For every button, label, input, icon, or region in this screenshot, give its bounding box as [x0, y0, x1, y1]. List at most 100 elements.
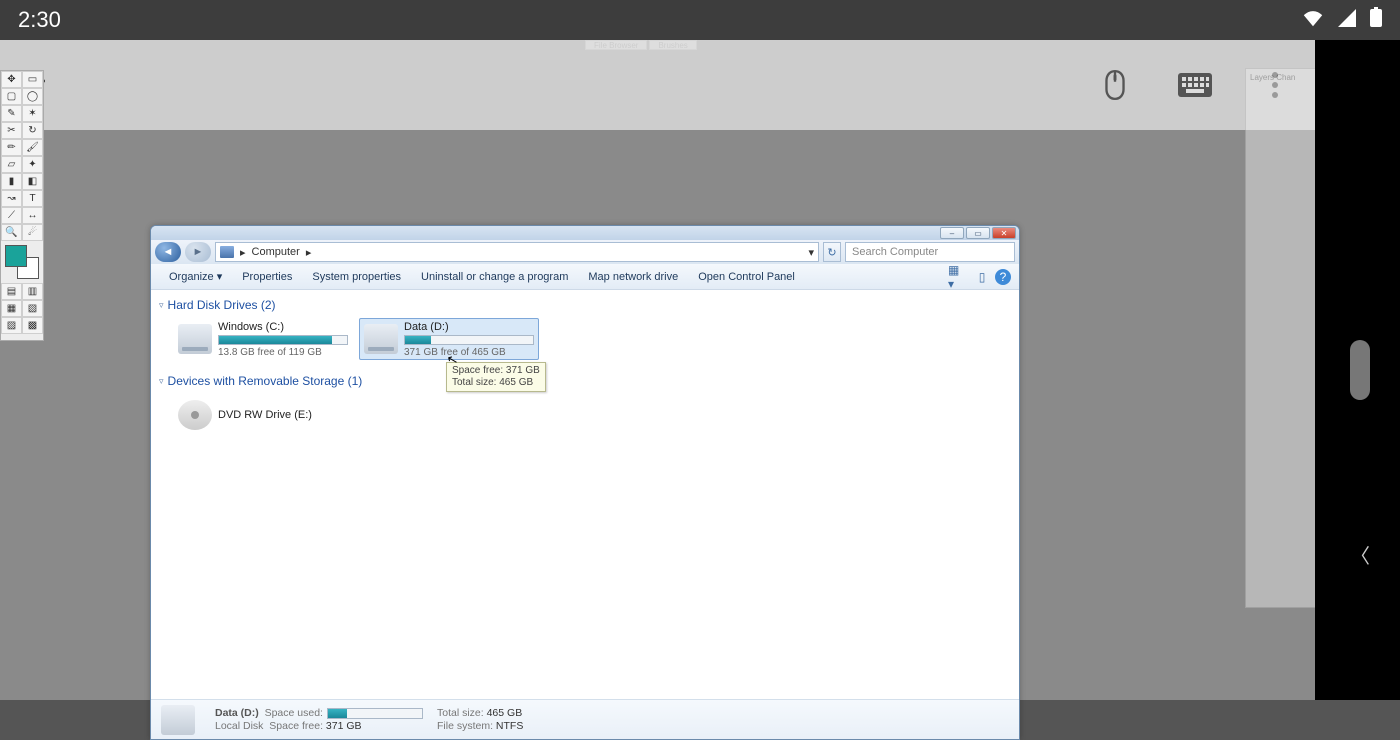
search-placeholder: Search Computer — [852, 246, 938, 258]
tool-opt6-icon[interactable]: ▩ — [22, 317, 43, 334]
content-pane[interactable]: ▿ Hard Disk Drives (2) Windows (C:) 13.8… — [151, 290, 1019, 699]
breadcrumb-sep-root: ▸ — [240, 246, 246, 259]
drive-tooltip: Space free: 371 GB Total size: 465 GB — [446, 362, 546, 392]
mouse-mode-button[interactable] — [1095, 69, 1135, 101]
nav-chevron-left-icon[interactable]: 〈 — [1350, 540, 1370, 569]
details-pane: Data (D:) Space used: Local Disk Space f… — [151, 699, 1019, 739]
hdd-icon — [178, 324, 212, 354]
details-type: Local Disk — [215, 720, 263, 732]
details-name: Data (D:) — [215, 707, 259, 719]
details-total-size-label: Total size: — [437, 707, 484, 719]
preview-pane-button[interactable]: ▯ — [971, 268, 993, 286]
tool-crop-icon[interactable]: ✂ — [1, 122, 22, 139]
window-close-button[interactable]: ✕ — [992, 227, 1016, 239]
status-time: 2:30 — [18, 7, 61, 33]
window-titlebar[interactable]: – ▭ ✕ — [151, 226, 1019, 240]
tool-move-icon[interactable]: ✥ — [1, 71, 22, 88]
tooltip-line2: Total size: 465 GB — [452, 377, 540, 389]
address-row: ◄ ► ▸ Computer ▸ ▾ ↻ Search Computer — [151, 240, 1019, 264]
dvd-icon — [178, 400, 212, 430]
tool-smudge-icon[interactable]: ☄ — [22, 224, 43, 241]
channels-tab[interactable]: Chan — [1276, 73, 1295, 82]
group-hdd-header[interactable]: ▿ Hard Disk Drives (2) — [159, 294, 1011, 316]
android-status-bar: 2:30 — [0, 0, 1400, 40]
tool-path-icon[interactable]: ↝ — [1, 190, 22, 207]
tool-rotate-icon[interactable]: ↻ — [22, 122, 43, 139]
hdd-icon — [364, 324, 398, 354]
tool-bucket-icon[interactable]: ▮ — [1, 173, 22, 190]
tool-pencil-icon[interactable]: ✏ — [1, 139, 22, 156]
tool-opt5-icon[interactable]: ▨ — [1, 317, 22, 334]
gimp-toolbox: ✥▭ ▢◯ ✎✶ ✂↻ ✏🖌 ▱✦ ▮◧ ↝T ⟋↔ 🔍☄ ▤▥ ▦▧ ▨▩ — [0, 70, 44, 341]
tool-gradient-icon[interactable]: ◧ — [22, 173, 43, 190]
wifi-icon — [1302, 7, 1324, 33]
tool-opt2-icon[interactable]: ▥ — [22, 283, 43, 300]
details-space-free-value: 371 GB — [326, 720, 362, 732]
details-fs-label: File system: — [437, 720, 493, 732]
tool-measure-icon[interactable]: ↔ — [22, 207, 43, 224]
group-hdd-title: Hard Disk Drives (2) — [168, 298, 276, 312]
system-properties-button[interactable]: System properties — [302, 264, 411, 289]
app-chrome-bar — [0, 40, 1315, 130]
details-usage-bar — [327, 708, 423, 719]
details-space-used-label: Space used: — [265, 707, 323, 719]
search-input[interactable]: Search Computer — [845, 242, 1015, 262]
layers-tab[interactable]: Layers — [1250, 73, 1274, 82]
drive-d-name: Data (D:) — [404, 321, 534, 333]
breadcrumb-sep-1: ▸ — [306, 246, 312, 259]
keyboard-button[interactable] — [1175, 69, 1215, 101]
details-space-free-label: Space free: — [269, 720, 323, 732]
properties-button[interactable]: Properties — [232, 264, 302, 289]
tool-ellipse-select-icon[interactable]: ◯ — [22, 88, 43, 105]
tool-fuzzy-select-icon[interactable]: ✶ — [22, 105, 43, 122]
breadcrumb-root[interactable]: Computer — [252, 246, 300, 258]
command-bar: Organize ▾ Properties System properties … — [151, 264, 1019, 290]
help-button[interactable]: ? — [995, 269, 1011, 285]
tool-align-icon[interactable]: ▭ — [22, 71, 43, 88]
signal-icon — [1338, 7, 1356, 33]
android-nav-strip: 〈 — [1315, 40, 1400, 700]
drive-c[interactable]: Windows (C:) 13.8 GB free of 119 GB — [173, 318, 353, 360]
address-dropdown[interactable]: ▾ — [808, 246, 814, 259]
nav-back-button[interactable]: ◄ — [155, 242, 181, 262]
tool-colorpicker-icon[interactable]: ⟋ — [1, 207, 22, 224]
remote-desktop-area: File Browser Brushes ✥▭ ▢◯ ✎✶ ✂↻ ✏🖌 ▱✦ ▮… — [0, 40, 1315, 700]
tool-free-select-icon[interactable]: ✎ — [1, 105, 22, 122]
drive-d-usage-bar — [404, 335, 534, 345]
tool-text-icon[interactable]: T — [22, 190, 43, 207]
window-minimize-button[interactable]: – — [940, 227, 964, 239]
organize-menu[interactable]: Organize ▾ — [159, 264, 232, 289]
group-removable-header[interactable]: ▿ Devices with Removable Storage (1) — [159, 370, 1011, 392]
battery-icon — [1370, 7, 1382, 33]
details-fs-value: NTFS — [496, 720, 523, 732]
drive-c-usage-bar — [218, 335, 348, 345]
tool-opt1-icon[interactable]: ▤ — [1, 283, 22, 300]
fg-bg-color-swatch[interactable] — [5, 245, 39, 279]
tool-airbrush-icon[interactable]: ✦ — [22, 156, 43, 173]
foreground-color[interactable] — [5, 245, 27, 267]
nav-forward-button[interactable]: ► — [185, 242, 211, 262]
computer-icon — [220, 246, 234, 258]
tool-eraser-icon[interactable]: ▱ — [1, 156, 22, 173]
breadcrumb[interactable]: ▸ Computer ▸ ▾ — [215, 242, 819, 262]
drive-c-free: 13.8 GB free of 119 GB — [218, 347, 348, 358]
uninstall-button[interactable]: Uninstall or change a program — [411, 264, 578, 289]
tool-rect-select-icon[interactable]: ▢ — [1, 88, 22, 105]
tool-zoom-icon[interactable]: 🔍 — [1, 224, 22, 241]
control-panel-button[interactable]: Open Control Panel — [688, 264, 805, 289]
tooltip-line1: Space free: 371 GB — [452, 365, 540, 377]
drive-e-name: DVD RW Drive (E:) — [218, 409, 348, 421]
tool-brush-icon[interactable]: 🖌 — [22, 139, 43, 156]
explorer-window: – ▭ ✕ ◄ ► ▸ Computer ▸ ▾ ↻ Search Comput… — [150, 225, 1020, 740]
drive-e[interactable]: DVD RW Drive (E:) — [173, 394, 353, 436]
window-maximize-button[interactable]: ▭ — [966, 227, 990, 239]
tool-opt4-icon[interactable]: ▧ — [22, 300, 43, 317]
nav-pill-handle[interactable] — [1350, 340, 1370, 400]
collapse-icon: ▿ — [159, 300, 164, 311]
refresh-button[interactable]: ↻ — [823, 242, 841, 262]
group-removable-title: Devices with Removable Storage (1) — [168, 374, 363, 388]
tool-opt3-icon[interactable]: ▦ — [1, 300, 22, 317]
view-mode-button[interactable]: ▦ ▾ — [947, 268, 969, 286]
map-drive-button[interactable]: Map network drive — [578, 264, 688, 289]
drive-c-name: Windows (C:) — [218, 321, 348, 333]
